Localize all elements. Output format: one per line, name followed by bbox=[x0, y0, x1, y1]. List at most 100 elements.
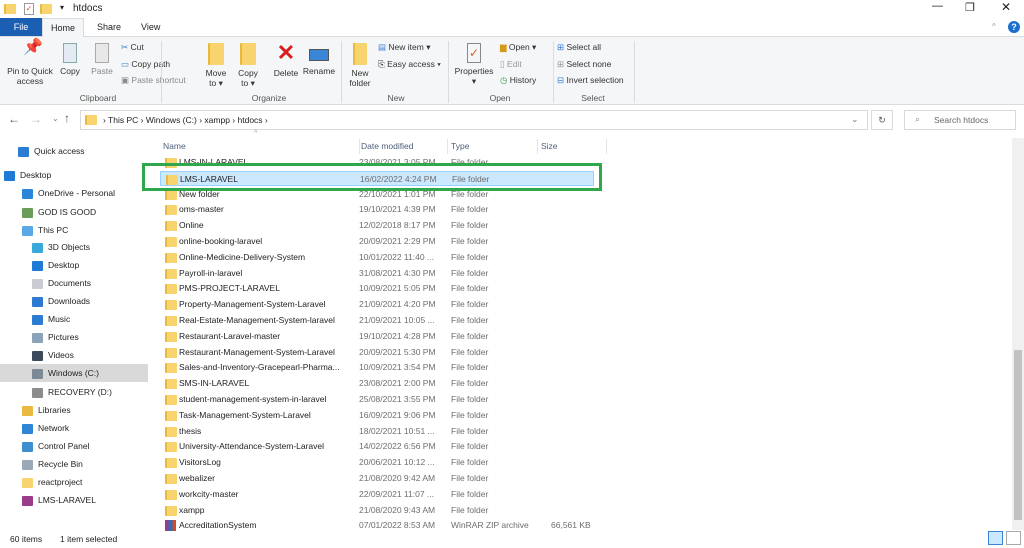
sidebar-item-desktop[interactable]: Desktop bbox=[0, 166, 148, 184]
file-row[interactable]: AccreditationSystem 07/01/2022 8:53 AM Win… bbox=[160, 518, 594, 533]
edit-icon: ▯ bbox=[500, 59, 508, 69]
rename-button[interactable]: Rename bbox=[302, 43, 336, 76]
file-row[interactable]: workcity-master 22/09/2021 11:07 ... File … bbox=[160, 487, 594, 502]
column-header-type[interactable]: Type bbox=[447, 139, 469, 154]
properties-quick-icon[interactable]: ✓ bbox=[24, 3, 34, 15]
move-to-button[interactable]: Move to ▾ bbox=[202, 43, 230, 88]
sidebar-icon bbox=[22, 441, 33, 452]
sidebar-item-quick-access[interactable]: Quick access bbox=[0, 142, 148, 160]
delete-button[interactable]: ✕ Delete bbox=[270, 41, 302, 79]
search-box[interactable]: ⌕ Search htdocs bbox=[904, 110, 1016, 130]
column-header-size[interactable]: Size bbox=[537, 139, 607, 154]
large-icons-view-button[interactable] bbox=[1006, 531, 1021, 545]
new-folder-button[interactable]: New folder bbox=[346, 43, 374, 88]
open-button[interactable]: ▆ Open ▾ bbox=[500, 42, 536, 53]
up-button[interactable]: ↑ bbox=[64, 111, 70, 125]
collapse-ribbon-icon[interactable]: ^ bbox=[992, 22, 996, 31]
file-row[interactable]: xampp 21/08/2020 9:43 AM File folder bbox=[160, 503, 594, 518]
pin-quick-access-button[interactable]: 📌 Pin to Quick access bbox=[2, 40, 58, 87]
history-button[interactable]: ◷ History bbox=[500, 75, 536, 86]
file-row[interactable]: VisitorsLog 20/06/2021 10:12 ... File fold… bbox=[160, 455, 594, 470]
file-row[interactable]: online-booking-laravel 20/09/2021 2:29 PM… bbox=[160, 234, 594, 249]
restore-button[interactable]: ❐ bbox=[965, 1, 975, 14]
file-row[interactable]: Restaurant-Management-System-Laravel 20/0… bbox=[160, 345, 594, 360]
copy-button[interactable]: Copy bbox=[58, 43, 82, 76]
crumb-windows-c[interactable]: Windows (C:) bbox=[146, 115, 197, 125]
sidebar-item-desktop[interactable]: Desktop bbox=[0, 256, 148, 274]
file-row[interactable]: webalizer 21/08/2020 9:42 AM File folder bbox=[160, 471, 594, 486]
file-row[interactable]: oms-master 19/10/2021 4:39 PM File folder bbox=[160, 202, 594, 217]
copy-path-icon: ▭ bbox=[121, 59, 132, 69]
file-row[interactable]: thesis 18/02/2021 10:51 ... File folder bbox=[160, 424, 594, 439]
file-row[interactable]: Online-Medicine-Delivery-System 10/01/202… bbox=[160, 250, 594, 265]
crumb-this-pc[interactable]: This PC bbox=[108, 115, 138, 125]
address-bar[interactable]: › This PC › Windows (C:) › xampp › htdoc… bbox=[80, 110, 868, 130]
column-header-name[interactable]: Name bbox=[163, 139, 186, 154]
sidebar-item-recovery-d[interactable]: RECOVERY (D:) bbox=[0, 383, 148, 401]
select-all-button[interactable]: ⊞ Select all bbox=[557, 42, 601, 53]
file-row[interactable]: University-Attendance-System-Laravel 14/0… bbox=[160, 439, 594, 454]
group-new-label: New bbox=[387, 93, 405, 103]
sidebar-item-control-panel[interactable]: Control Panel bbox=[0, 437, 148, 455]
sort-arrow-icon: ^ bbox=[254, 130, 258, 137]
file-row[interactable]: Task-Management-System-Laravel 16/09/2021… bbox=[160, 408, 594, 423]
refresh-button[interactable]: ↻ bbox=[871, 110, 893, 130]
file-row[interactable]: Property-Management-System-Laravel 21/09/… bbox=[160, 297, 594, 312]
sidebar-item-lms-laravel[interactable]: LMS-LARAVEL bbox=[0, 491, 148, 509]
sidebar-item-reactproject[interactable]: reactproject bbox=[0, 473, 148, 491]
crumb-xampp[interactable]: xampp bbox=[204, 115, 230, 125]
tab-view[interactable]: View bbox=[131, 18, 170, 36]
column-header-date[interactable]: Date modified bbox=[359, 139, 413, 154]
sidebar-item-onedrive-personal[interactable]: OneDrive - Personal bbox=[0, 184, 148, 202]
copy-path-button[interactable]: ▭ Copy path bbox=[121, 59, 170, 70]
file-row[interactable]: PMS-PROJECT-LARAVEL 10/09/2021 5:05 PM Fil… bbox=[160, 281, 594, 296]
file-row[interactable]: Online 12/02/2018 8:17 PM File folder bbox=[160, 218, 594, 233]
customize-toolbar-icon[interactable]: ▾ bbox=[60, 3, 64, 12]
sidebar-item-documents[interactable]: Documents bbox=[0, 274, 148, 292]
scrollbar-thumb[interactable] bbox=[1014, 350, 1022, 520]
sidebar-item-pictures[interactable]: Pictures bbox=[0, 328, 148, 346]
file-row[interactable]: Payroll-in-laravel 31/08/2021 4:30 PM File… bbox=[160, 266, 594, 281]
select-none-button[interactable]: ⊞ Select none bbox=[557, 59, 611, 70]
help-icon[interactable]: ? bbox=[1008, 21, 1020, 33]
file-row[interactable]: SMS-IN-LARAVEL 23/08/2021 2:00 PM File fol… bbox=[160, 376, 594, 391]
file-row[interactable]: Restaurant-Laravel-master 19/10/2021 4:28… bbox=[160, 329, 594, 344]
sidebar-item-god-is-good[interactable]: GOD IS GOOD bbox=[0, 203, 148, 221]
properties-button[interactable]: ✓ Properties ▾ bbox=[452, 43, 496, 86]
vertical-scrollbar[interactable] bbox=[1012, 138, 1024, 530]
tab-file[interactable]: File bbox=[0, 18, 42, 36]
sidebar-item-this-pc[interactable]: This PC bbox=[0, 221, 148, 239]
sidebar-item-downloads[interactable]: Downloads bbox=[0, 292, 148, 310]
paste-button[interactable]: Paste bbox=[88, 43, 116, 76]
minimize-button[interactable]: — bbox=[932, 0, 943, 12]
sidebar-icon bbox=[22, 495, 33, 506]
address-dropdown-icon[interactable]: ⌄ bbox=[851, 114, 859, 125]
sidebar-item-windows-c[interactable]: Windows (C:) bbox=[0, 364, 148, 382]
recent-locations-icon[interactable]: ⌄ bbox=[52, 114, 59, 123]
file-row[interactable]: Real-Estate-Management-System-laravel 21/… bbox=[160, 313, 594, 328]
sidebar-item-recycle-bin[interactable]: Recycle Bin bbox=[0, 455, 148, 473]
forward-button[interactable]: → bbox=[30, 112, 42, 126]
copy-to-button[interactable]: Copy to ▾ bbox=[234, 43, 262, 88]
invert-selection-button[interactable]: ⊟ Invert selection bbox=[557, 75, 624, 86]
close-button[interactable]: ✕ bbox=[1001, 0, 1011, 14]
sidebar-item-videos[interactable]: Videos bbox=[0, 346, 148, 364]
sidebar-item-libraries[interactable]: Libraries bbox=[0, 401, 148, 419]
tab-share[interactable]: Share bbox=[87, 18, 131, 36]
easy-access-button[interactable]: ⎘ Easy access ▾ bbox=[378, 59, 441, 70]
sidebar-item-network[interactable]: Network bbox=[0, 419, 148, 437]
paste-shortcut-button[interactable]: ▣ Paste shortcut bbox=[121, 75, 186, 86]
crumb-htdocs[interactable]: htdocs bbox=[238, 115, 263, 125]
edit-button[interactable]: ▯ Edit bbox=[500, 59, 522, 70]
file-type: File folder bbox=[451, 220, 489, 231]
details-view-button[interactable] bbox=[988, 531, 1003, 545]
file-row[interactable]: Sales-and-Inventory-Gracepearl-Pharma...… bbox=[160, 360, 594, 375]
cut-button[interactable]: ✂ Cut bbox=[121, 42, 144, 53]
new-folder-quick-icon[interactable] bbox=[40, 4, 52, 14]
sidebar-item-3d-objects[interactable]: 3D Objects bbox=[0, 238, 148, 256]
back-button[interactable]: ← bbox=[8, 112, 20, 126]
file-row[interactable]: student-management-system-in-laravel 25/0… bbox=[160, 392, 594, 407]
new-item-button[interactable]: ▤ New item ▾ bbox=[378, 42, 430, 53]
sidebar-item-music[interactable]: Music bbox=[0, 310, 148, 328]
tab-home[interactable]: Home bbox=[42, 18, 84, 37]
